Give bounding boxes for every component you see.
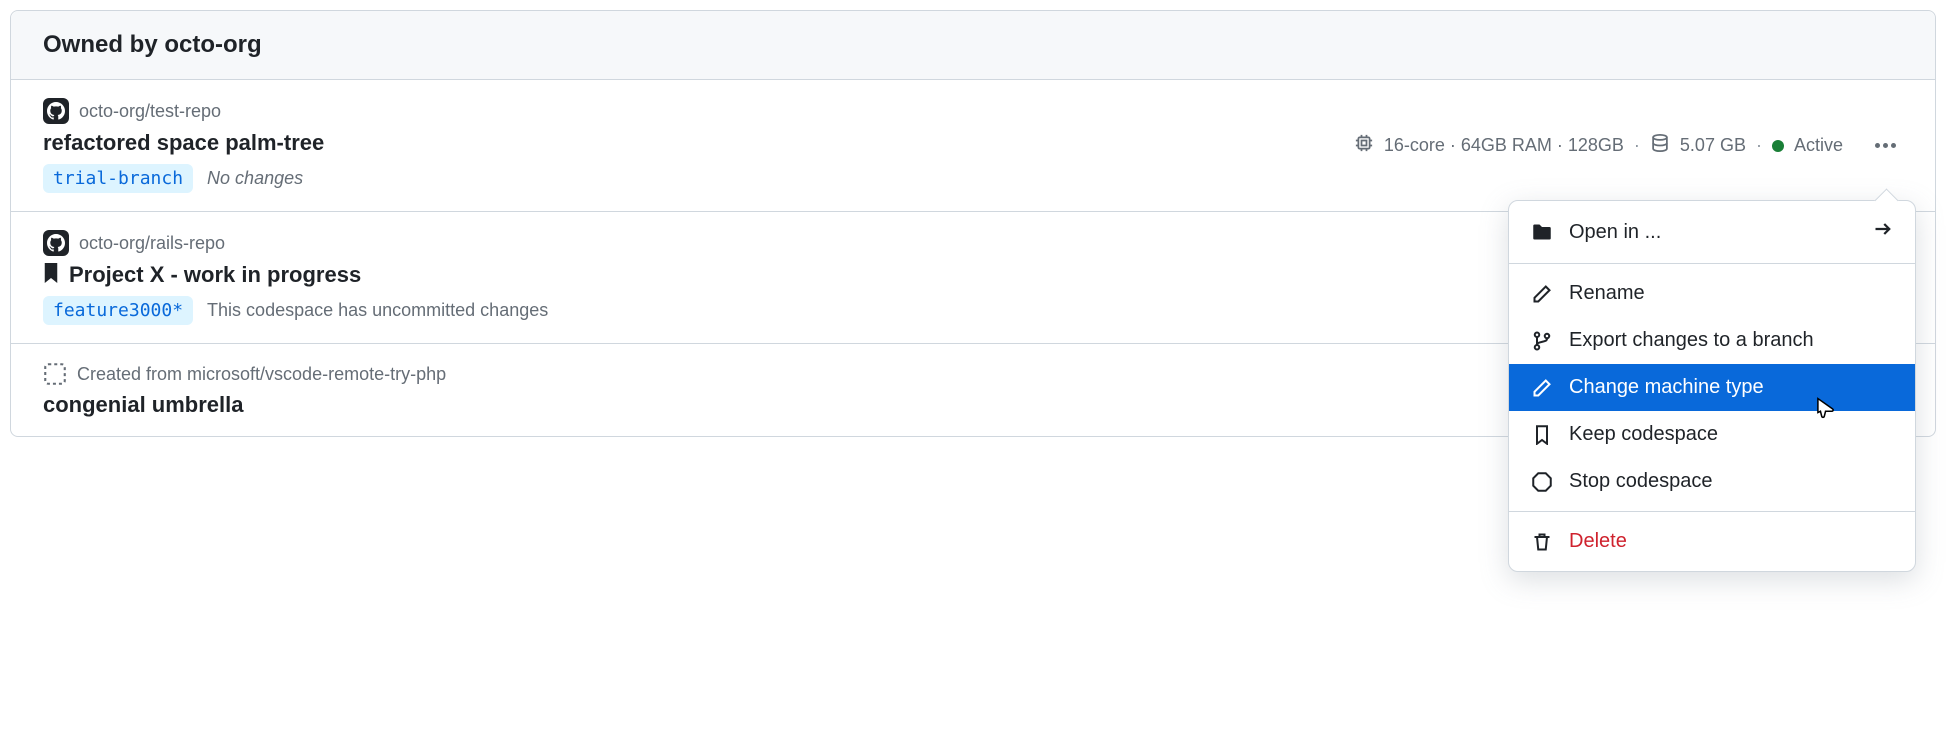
pencil-icon bbox=[1531, 378, 1553, 398]
separator-dot: · bbox=[1634, 135, 1640, 156]
menu-change-machine[interactable]: Change machine type bbox=[1509, 364, 1915, 411]
cpu-icon bbox=[1354, 133, 1374, 158]
repo-name[interactable]: octo-org/test-repo bbox=[79, 101, 221, 122]
menu-export-branch[interactable]: Export changes to a branch bbox=[1509, 317, 1915, 364]
pencil-icon bbox=[1531, 284, 1553, 304]
menu-separator bbox=[1509, 511, 1915, 512]
change-note: This codespace has uncommitted changes bbox=[207, 300, 548, 321]
stop-icon bbox=[1531, 472, 1553, 492]
menu-label: Rename bbox=[1569, 282, 1645, 305]
codespace-name[interactable]: Project X - work in progress bbox=[69, 262, 361, 288]
menu-keep[interactable]: Keep codespace bbox=[1509, 411, 1915, 458]
menu-label: Delete bbox=[1569, 530, 1627, 553]
git-branch-icon bbox=[1531, 331, 1553, 351]
menu-label: Keep codespace bbox=[1569, 423, 1718, 446]
panel-header: Owned by octo-org bbox=[11, 11, 1935, 80]
arrow-right-icon bbox=[1873, 219, 1893, 245]
storage-text: 5.07 GB bbox=[1680, 135, 1746, 156]
panel-title: Owned by octo-org bbox=[43, 31, 1903, 59]
menu-label: Stop codespace bbox=[1569, 470, 1712, 493]
menu-label: Open in ... bbox=[1569, 221, 1661, 244]
repo-name[interactable]: octo-org/rails-repo bbox=[79, 233, 225, 254]
menu-rename[interactable]: Rename bbox=[1509, 270, 1915, 317]
branch-chip[interactable]: trial-branch bbox=[43, 164, 193, 193]
trash-icon bbox=[1531, 532, 1553, 552]
status-text: Active bbox=[1794, 135, 1843, 156]
branch-chip[interactable]: feature3000* bbox=[43, 296, 193, 325]
folder-icon bbox=[1531, 222, 1553, 242]
menu-separator bbox=[1509, 263, 1915, 264]
github-icon bbox=[43, 98, 69, 124]
status-dot-icon bbox=[1772, 140, 1784, 152]
codespace-row: octo-org/test-repo refactored space palm… bbox=[11, 80, 1935, 212]
source-text: Created from microsoft/vscode-remote-try… bbox=[77, 364, 446, 385]
codespace-name[interactable]: refactored space palm-tree bbox=[43, 130, 324, 156]
specs-text: 16-core · 64GB RAM · 128GB bbox=[1384, 135, 1624, 156]
actions-dropdown: Open in ... Rename Export changes to a b… bbox=[1508, 200, 1916, 572]
database-icon bbox=[1650, 133, 1670, 158]
menu-stop[interactable]: Stop codespace bbox=[1509, 458, 1915, 505]
github-icon bbox=[43, 230, 69, 256]
template-icon bbox=[43, 362, 67, 386]
codespace-name[interactable]: congenial umbrella bbox=[43, 392, 244, 418]
menu-delete[interactable]: Delete bbox=[1509, 518, 1915, 565]
bookmark-icon bbox=[43, 263, 59, 288]
menu-label: Export changes to a branch bbox=[1569, 329, 1814, 352]
bookmark-icon bbox=[1531, 425, 1553, 445]
menu-open-in[interactable]: Open in ... bbox=[1509, 207, 1915, 257]
change-note: No changes bbox=[207, 168, 303, 189]
separator-dot: · bbox=[1756, 135, 1762, 156]
kebab-menu-button[interactable] bbox=[1867, 128, 1903, 164]
menu-label: Change machine type bbox=[1569, 376, 1764, 399]
